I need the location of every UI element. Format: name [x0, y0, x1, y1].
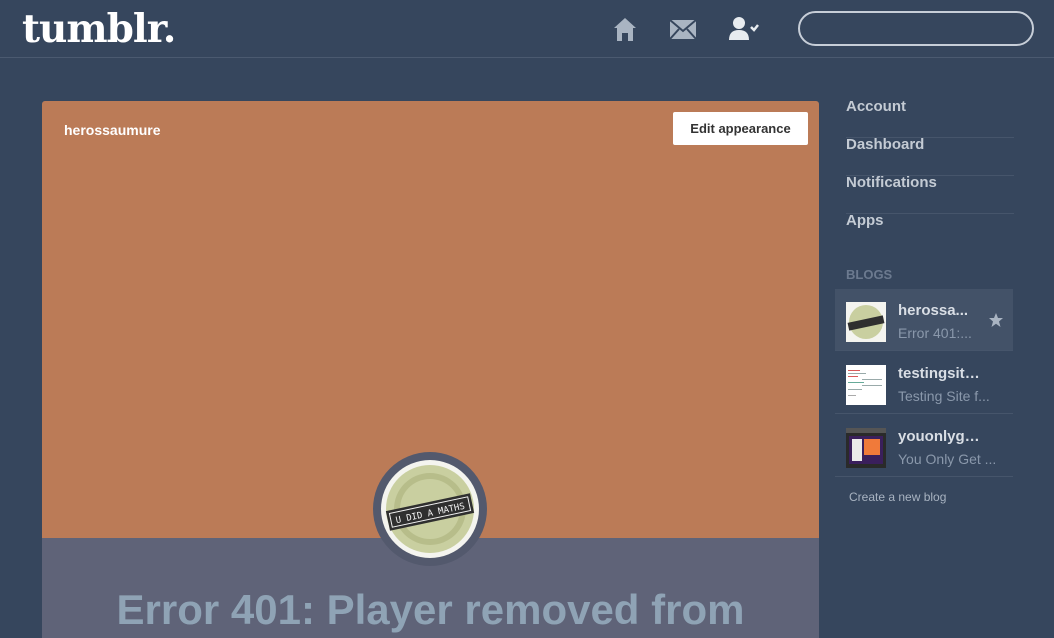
blog-name[interactable]: herossaumure [64, 122, 160, 138]
tumblr-logo[interactable]: tumblr. [22, 6, 176, 52]
search-input[interactable] [798, 11, 1034, 46]
blog-title: herossa... [898, 302, 969, 319]
top-navigation-bar: tumblr. [0, 0, 1054, 58]
avatar-image: U DID A MATHS [381, 460, 479, 558]
home-icon[interactable] [610, 14, 640, 44]
blog-panel: herossaumure Edit appearance U DID A MAT… [42, 101, 819, 638]
blog-thumbnail [846, 302, 886, 342]
sidebar-link-notifications[interactable]: Notifications [846, 175, 1014, 214]
blog-thumbnail [846, 428, 886, 468]
post-title: Error 401: Player removed from [116, 586, 745, 633]
create-new-blog-link[interactable]: Create a new blog [849, 490, 946, 504]
account-icon[interactable] [728, 14, 759, 44]
blog-subtitle: Error 401:... [898, 325, 972, 341]
blog-avatar[interactable]: U DID A MATHS [373, 452, 487, 566]
sidebar-link-dashboard[interactable]: Dashboard [846, 137, 1014, 176]
blog-subtitle: You Only Get ... [898, 451, 997, 467]
blog-thumbnail [846, 365, 886, 405]
sidebar-link-apps[interactable]: Apps [846, 213, 1014, 252]
sidebar-link-account[interactable]: Account [846, 99, 1014, 138]
star-icon[interactable] [988, 312, 1004, 328]
blog-title: testingsitef... [898, 365, 984, 382]
mail-icon[interactable] [668, 14, 698, 44]
blogs-heading: BLOGS [846, 267, 893, 282]
blog-item-youonlyget[interactable]: youonlyget... You Only Get ... [835, 415, 1013, 477]
blog-title: youonlyget... [898, 428, 984, 445]
blog-subtitle: Testing Site f... [898, 388, 990, 404]
blog-item-herossaumure[interactable]: herossa... Error 401:... [835, 289, 1013, 351]
edit-appearance-button[interactable]: Edit appearance [673, 112, 808, 145]
blog-item-testingsite[interactable]: testingsitef... Testing Site f... [835, 352, 1013, 414]
